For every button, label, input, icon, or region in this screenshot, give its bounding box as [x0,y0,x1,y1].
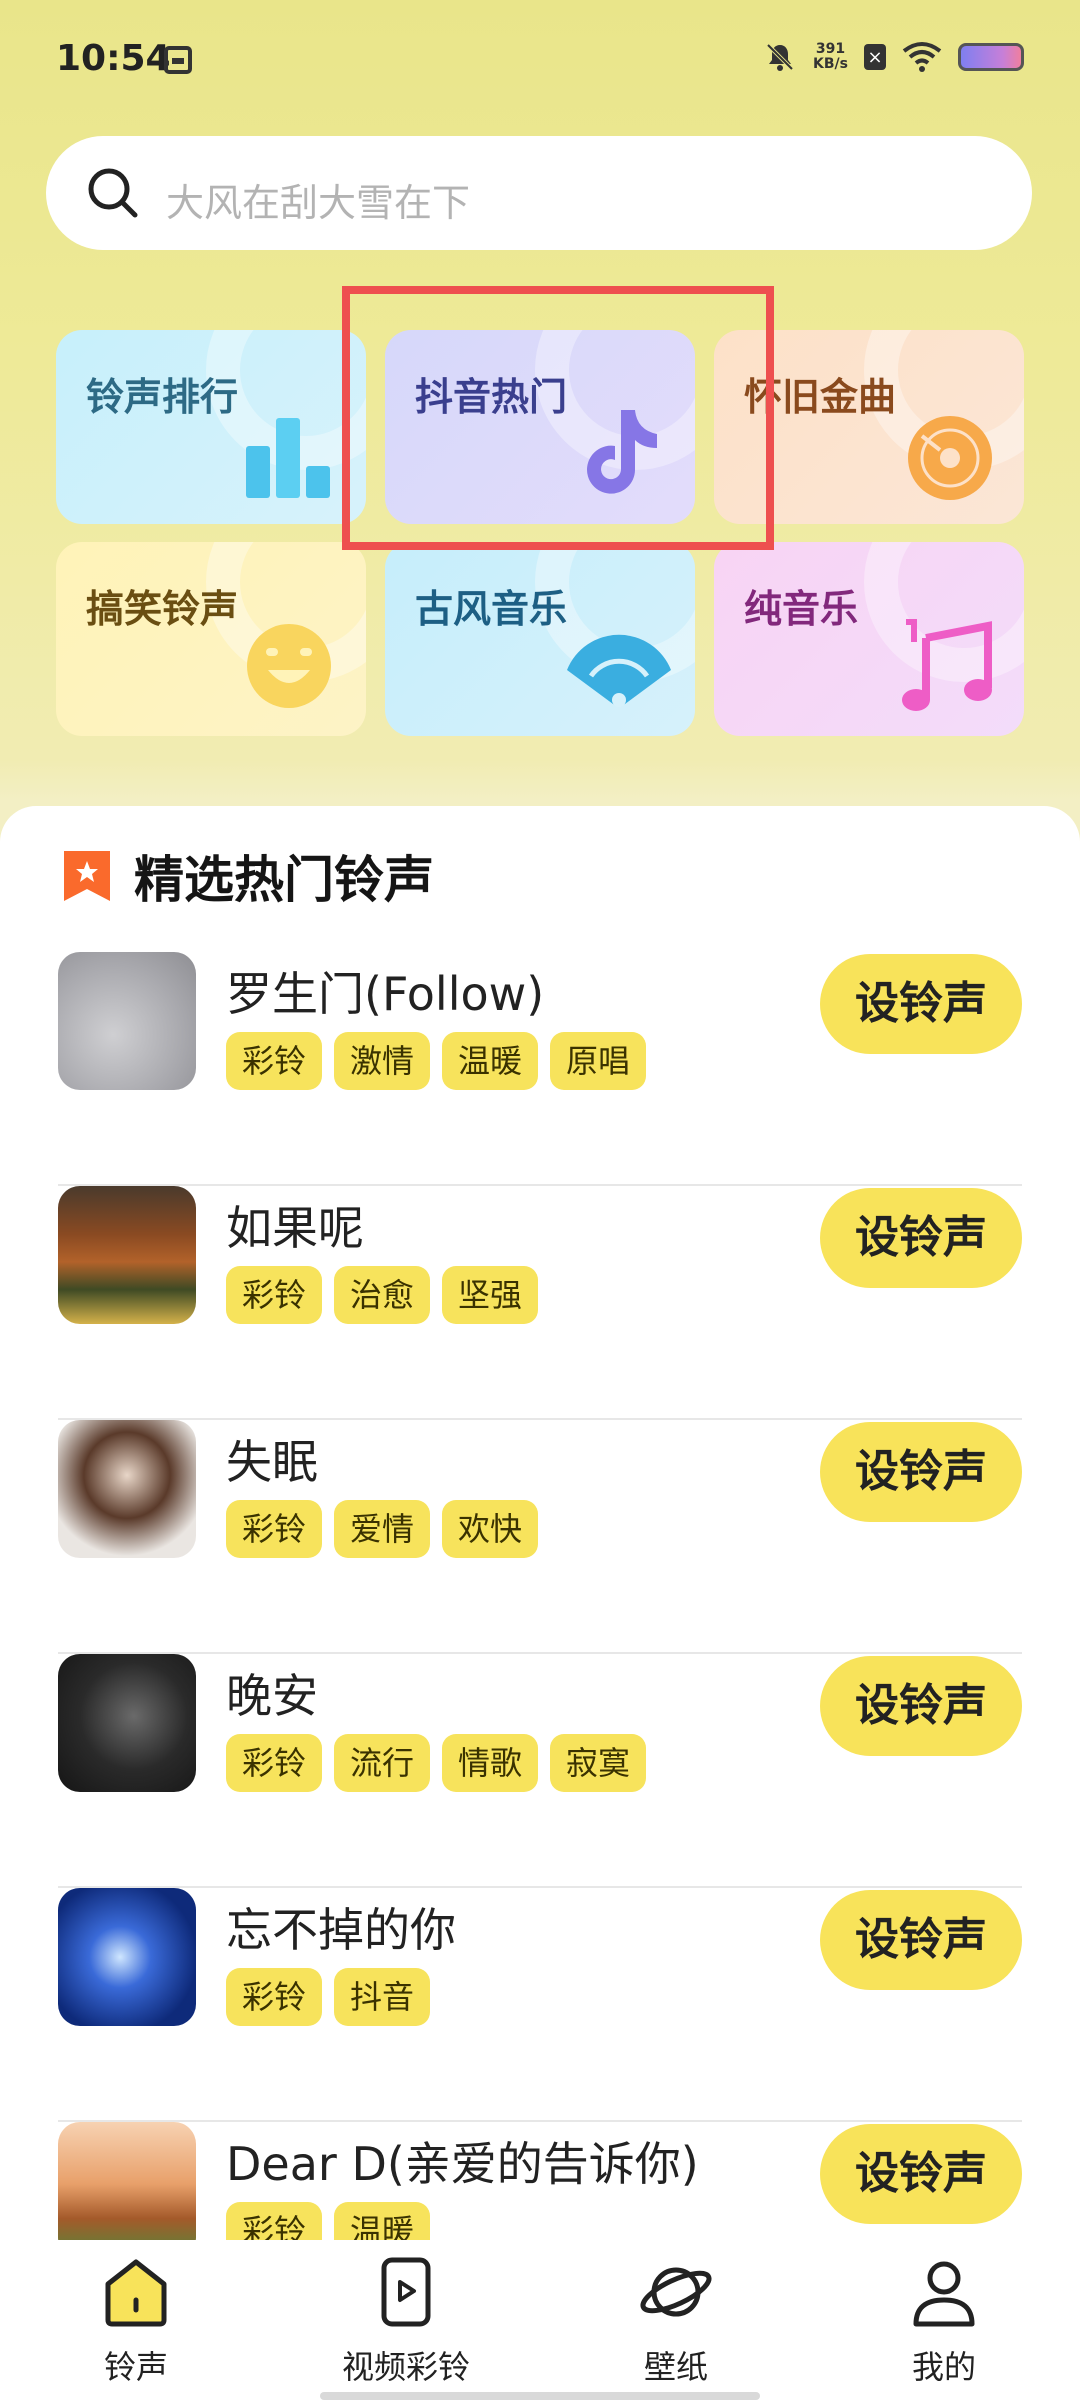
bell-muted-icon [766,43,794,71]
category-label: 搞笑铃声 [86,587,239,631]
category-label: 铃声排行 [86,375,239,419]
section-header: 精选热门铃声 [60,840,434,912]
nav-tab-video-ringback[interactable]: 视频彩铃 [306,2254,506,2404]
search-icon [88,168,138,218]
set-ringtone-button[interactable]: 设铃声 [820,1890,1022,1990]
set-ringtone-button[interactable]: 设铃声 [820,1188,1022,1288]
battery-icon [958,43,1024,71]
song-title: 忘不掉的你 [226,1903,456,1957]
featured-ringtones-panel: 精选热门铃声 罗生门(Follow) 彩铃 激情 温暖 原唱 设铃声 如果呢 彩… [0,806,1080,2246]
nav-label: 铃声 [103,2348,168,2386]
song-row[interactable]: 晚安 彩铃 流行 情歌 寂寞 设铃声 [58,1654,1022,1888]
song-tag: 抖音 [334,1968,431,2026]
smiley-icon [247,624,331,708]
nav-label: 视频彩铃 [341,2348,470,2386]
song-tag: 激情 [334,1032,431,1090]
song-tags: 彩铃 激情 温暖 原唱 [226,1032,647,1090]
vinyl-disc-icon [908,416,992,500]
folding-fan-icon [567,634,671,707]
category-label: 纯音乐 [744,587,859,631]
song-tags: 彩铃 爱情 欢快 [226,1500,539,1558]
album-cover [58,1420,196,1558]
song-row[interactable]: 失眠 彩铃 爱情 欢快 设铃声 [58,1420,1022,1654]
song-title: Dear D(亲爱的告诉你) [226,2137,699,2191]
set-ringtone-button[interactable]: 设铃声 [820,1422,1022,1522]
category-pure-music[interactable]: 纯音乐 [714,542,1024,736]
network-speed: 391 KB/s [813,42,848,72]
song-tag: 彩铃 [226,1734,323,1792]
song-tag: 爱情 [334,1500,431,1558]
song-tag: 彩铃 [226,1266,323,1324]
nav-label: 壁纸 [643,2348,708,2386]
network-speed-unit: KB/s [813,56,848,72]
nav-label: 我的 [911,2348,976,2386]
home-indicator[interactable] [320,2392,760,2400]
song-row[interactable]: 罗生门(Follow) 彩铃 激情 温暖 原唱 设铃声 [58,952,1022,1186]
planet-icon [640,2267,712,2317]
search-placeholder: 大风在刮大雪在下 [166,181,471,225]
nav-tab-ringtones[interactable]: 铃声 [36,2254,236,2404]
status-icons: 391 KB/s × [763,40,1024,74]
video-phone-icon [381,2257,431,2327]
song-tag: 寂寞 [550,1734,647,1792]
song-title: 晚安 [226,1669,318,1723]
song-tag: 坚强 [442,1266,539,1324]
sim-card-icon [164,46,192,74]
song-tags: 彩铃 治愈 坚强 [226,1266,539,1324]
home-icon [105,2259,167,2327]
network-speed-value: 391 [815,41,846,57]
song-title: 失眠 [226,1435,318,1489]
bar-chart-icon [246,418,330,498]
song-row[interactable]: 如果呢 彩铃 治愈 坚强 设铃声 [58,1186,1022,1420]
music-notes-icon [902,619,992,711]
no-signal-icon: × [864,44,886,70]
status-time: 10:54 [56,38,171,79]
song-tag: 原唱 [550,1032,647,1090]
set-ringtone-button[interactable]: 设铃声 [820,954,1022,1054]
song-row[interactable]: 忘不掉的你 彩铃 抖音 设铃声 [58,1888,1022,2122]
album-cover [58,1186,196,1324]
song-title: 罗生门(Follow) [226,967,545,1021]
bookmark-star-icon [64,851,110,901]
status-bar: 10:54 391 KB/s × [0,0,1080,120]
category-funny-ringtones[interactable]: 搞笑铃声 [56,542,366,736]
album-cover [58,1654,196,1792]
highlight-annotation-box [342,286,774,550]
song-tag: 情歌 [442,1734,539,1792]
song-title: 如果呢 [226,1201,364,1255]
song-tags: 彩铃 流行 情歌 寂寞 [226,1734,647,1792]
song-tag: 欢快 [442,1500,539,1558]
song-tag: 温暖 [442,1032,539,1090]
section-title: 精选热门铃声 [134,851,434,909]
song-tag: 治愈 [334,1266,431,1324]
bottom-navigation: 铃声 视频彩铃 壁纸 我的 [0,2240,1080,2408]
song-tag: 彩铃 [226,1968,323,2026]
category-label: 古风音乐 [415,587,568,631]
album-cover [58,1888,196,2026]
song-tag: 彩铃 [226,1500,323,1558]
song-tag: 彩铃 [226,1032,323,1090]
category-ancient-style-music[interactable]: 古风音乐 [385,542,695,736]
set-ringtone-button[interactable]: 设铃声 [820,2124,1022,2224]
category-ringtone-ranking[interactable]: 铃声排行 [56,330,366,524]
nav-tab-wallpaper[interactable]: 壁纸 [576,2254,776,2404]
wifi-icon [902,42,942,72]
profile-icon [913,2261,975,2327]
search-bar[interactable]: 大风在刮大雪在下 [46,136,1032,250]
album-cover [58,952,196,1090]
song-tag: 流行 [334,1734,431,1792]
nav-tab-mine[interactable]: 我的 [844,2254,1044,2404]
set-ringtone-button[interactable]: 设铃声 [820,1656,1022,1756]
album-cover [58,2122,196,2246]
song-tags: 彩铃 抖音 [226,1968,431,2026]
song-row[interactable]: Dear D(亲爱的告诉你) 彩铃 温暖 设铃声 [58,2122,1022,2246]
